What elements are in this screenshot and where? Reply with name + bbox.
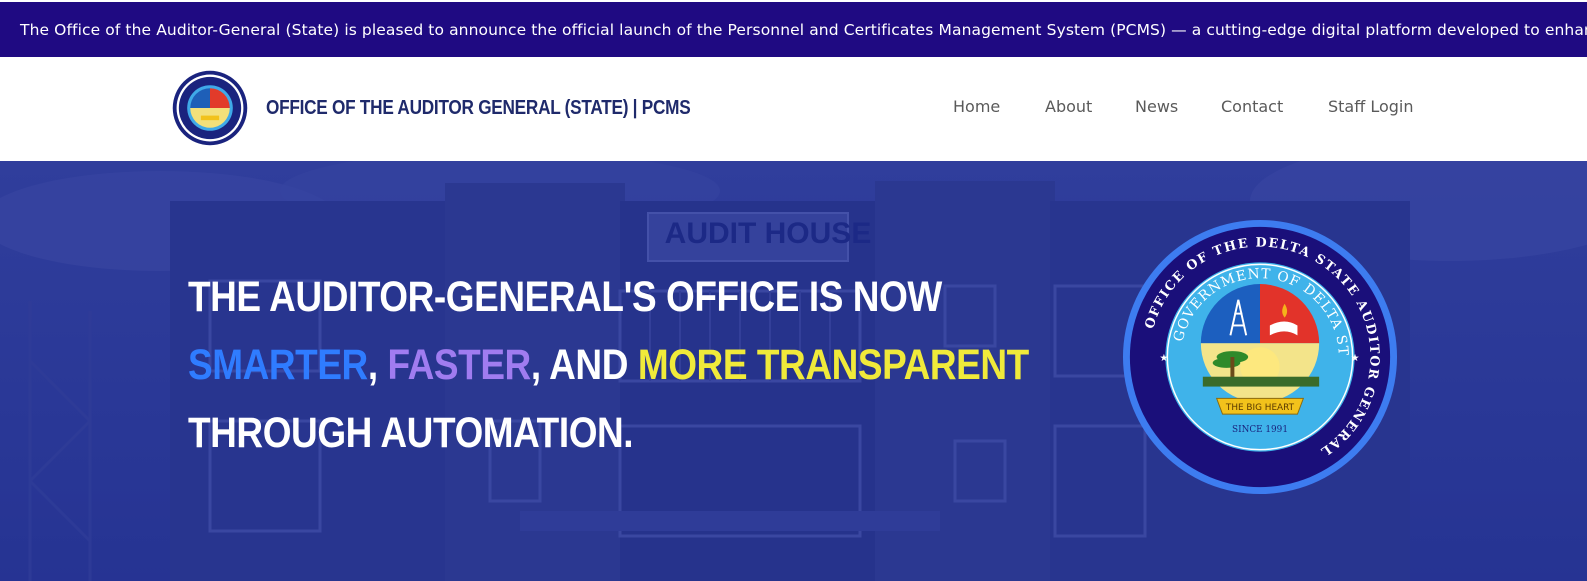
hero-section: AUDIT HOUSE THE AUDITOR-GENERAL'S OFFICE… <box>0 161 1587 581</box>
header: OFFICE OF THE AUDITOR GENERAL (STATE) | … <box>0 57 1587 161</box>
nav-staff-login[interactable]: Staff Login <box>1328 97 1414 116</box>
separator-1: , <box>367 341 388 389</box>
seal-banner-text: THE BIG HEART <box>1225 403 1295 413</box>
headline-line-2: SMARTER, FASTER, AND MORE TRANSPARENT <box>188 331 1029 399</box>
word-more-transparent: MORE TRANSPARENT <box>637 341 1029 389</box>
auditor-general-seal: OFFICE OF THE DELTA STATE AUDITOR GENERA… <box>1122 219 1398 495</box>
announcement-ticker: The Office of the Auditor-General (State… <box>0 2 1587 57</box>
nav-about[interactable]: About <box>1045 97 1092 116</box>
headline-line-3: THROUGH AUTOMATION. <box>188 409 634 457</box>
seal-since-text: SINCE 1991 <box>1232 425 1288 435</box>
hero-headline: THE AUDITOR-GENERAL'S OFFICE IS NOW SMAR… <box>188 263 1029 467</box>
main-nav: Home About News Contact Staff Login <box>0 97 1587 121</box>
word-faster: FASTER <box>387 341 532 389</box>
nav-contact[interactable]: Contact <box>1221 97 1283 116</box>
star-icon: ★ <box>1351 353 1360 364</box>
star-icon: ★ <box>1159 353 1168 364</box>
headline-line-1: THE AUDITOR-GENERAL'S OFFICE IS NOW <box>188 273 942 321</box>
word-smarter: SMARTER <box>188 341 368 389</box>
nav-news[interactable]: News <box>1135 97 1178 116</box>
nav-home[interactable]: Home <box>953 97 1000 116</box>
announcement-text: The Office of the Auditor-General (State… <box>20 20 1587 39</box>
separator-2: , AND <box>530 341 638 389</box>
